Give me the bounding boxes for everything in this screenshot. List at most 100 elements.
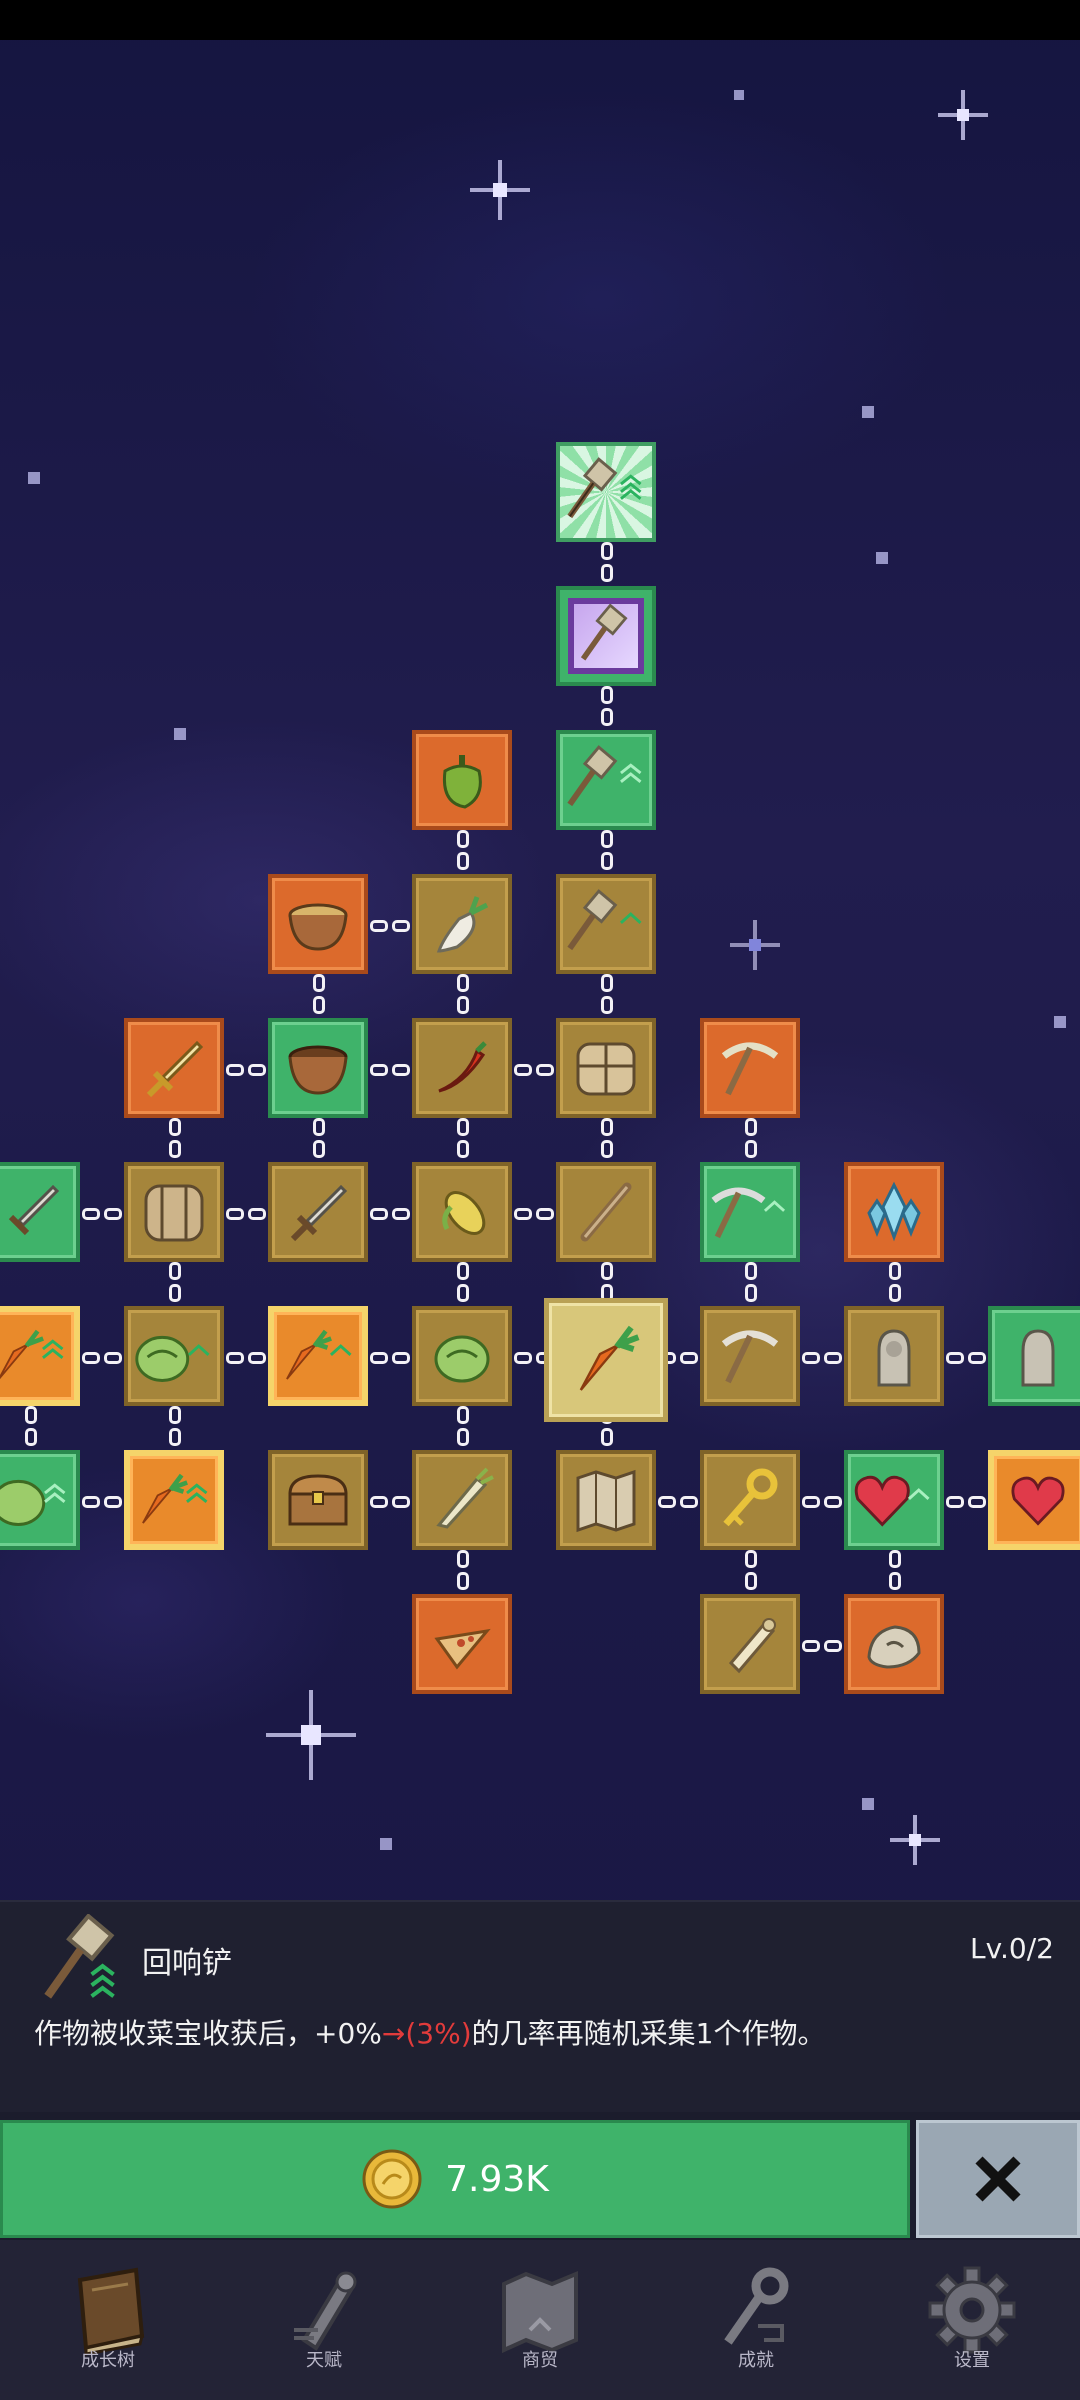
tree-node-backpack[interactable] [556,1018,656,1118]
close-button[interactable] [916,2120,1080,2238]
tree-node-leek[interactable] [412,1450,512,1550]
book-icon [77,2267,145,2356]
tree-node-sword-silver[interactable] [268,1162,368,1262]
statue-icon [1021,1329,1055,1387]
tree-node-purple-shovel[interactable] [556,586,656,686]
connector [368,1489,412,1515]
bowl-icon [288,903,348,951]
connector [80,1489,124,1515]
tree-node-golden-key[interactable] [700,1450,800,1550]
tree-node-soup-bowl[interactable] [268,874,368,974]
connector [882,1548,908,1592]
tree-node-barrel-bag[interactable] [124,1162,224,1262]
desc-suffix: 的几率再随机采集1个作物。 [471,2017,826,2050]
nav-label: 天赋 [306,2350,342,2371]
tree-node-map[interactable] [556,1450,656,1550]
tree-node-rock[interactable] [844,1594,944,1694]
skill-description: 作物被收菜宝收获后，+0%→(3%)的几率再随机采集1个作物。 [34,2012,825,2052]
upgrade-chevron-icon [619,763,641,783]
nav-label: 成长树 [81,2350,135,2371]
tree-node-cabbage-2[interactable] [124,1306,224,1406]
upgrade-chevron-icon [329,1344,352,1356]
tree-node-shovel-green[interactable] [556,730,656,830]
upgrade-chevron-icon [185,1483,207,1503]
tree-node-heart-edge[interactable] [988,1450,1080,1550]
tree-node-carrot-edge[interactable] [0,1306,80,1406]
gold-coin-icon [362,2149,422,2209]
connector [18,1404,44,1448]
corn-icon [442,1191,486,1235]
tree-node-pickaxe-gold[interactable] [700,1018,800,1118]
upgrade-chevron-icon [43,1483,65,1503]
star-dot [1054,1016,1066,1028]
bell-pepper-icon [442,755,482,809]
pickaxe-icon [721,1042,779,1096]
connector [224,1345,268,1371]
upgrade-chevron-icon [763,1200,786,1212]
tree-node-scroll[interactable] [700,1594,800,1694]
shovel-icon [580,604,628,661]
tree-node-pickaxe[interactable] [700,1306,800,1406]
tree-node-statue[interactable] [844,1306,944,1406]
connector [594,684,620,728]
nav-item-talent[interactable]: 天赋 [216,2240,432,2400]
nav-item-growth-tree[interactable]: 成长树 [0,2240,216,2400]
pizza-icon [434,1628,491,1670]
connector [944,1345,988,1371]
tree-node-chili[interactable] [412,1018,512,1118]
tree-node-cabbage[interactable] [412,1306,512,1406]
sword-icon [146,1040,204,1098]
tree-node-carrot-selected[interactable] [544,1298,668,1422]
nav-item-settings[interactable]: 设置 [864,2240,1080,2400]
nav-item-trade[interactable]: 商贸 [432,2240,648,2400]
sword-icon [290,1184,348,1242]
leek-icon [436,1467,494,1529]
upgrade-chevron-icon [187,1344,210,1356]
crystal-icon [867,1181,921,1242]
tree-node-echo-shovel-max[interactable] [556,442,656,542]
connector [594,972,620,1016]
upgrade-chevron-icon [41,1339,63,1359]
connector [368,1345,412,1371]
tree-node-wood-stick[interactable] [556,1162,656,1262]
carrot-icon [579,1325,640,1391]
tree-node-crystal[interactable] [844,1162,944,1262]
tree-node-radish[interactable] [412,874,512,974]
tree-node-shovel[interactable] [556,874,656,974]
connector [450,1260,476,1304]
statue-icon [877,1329,911,1387]
connector [738,1260,764,1304]
star-dot [380,1838,392,1850]
connector [368,1201,412,1227]
chili-icon [438,1041,487,1093]
star-dot [876,552,888,564]
upgrade-price: 7.93K [445,2158,549,2200]
tree-node-statue-edge[interactable] [988,1306,1080,1406]
tree-node-golden-sword[interactable] [124,1018,224,1118]
skill-level: Lv.0/2 [970,1932,1054,1965]
connector [80,1201,124,1227]
tree-node-pizza[interactable] [412,1594,512,1694]
tree-node-pickaxe-green[interactable] [700,1162,800,1262]
tree-node-heart[interactable] [844,1450,944,1550]
connector [738,1548,764,1592]
tree-node-cabbage-edge[interactable] [0,1450,80,1550]
backpack-icon [144,1184,204,1242]
star-icon [266,1690,356,1780]
tree-node-sword-edge[interactable] [0,1162,80,1262]
tree-node-carrot-gold[interactable] [268,1306,368,1406]
upgrade-buy-button[interactable]: 7.93K [0,2120,910,2238]
connector [450,1116,476,1160]
nav-item-achievement[interactable]: 成就 [648,2240,864,2400]
tree-node-corn[interactable] [412,1162,512,1262]
tree-node-empty-bowl[interactable] [268,1018,368,1118]
connector [944,1489,988,1515]
tree-node-green-pepper[interactable] [412,730,512,830]
connector [594,540,620,584]
connector [800,1489,844,1515]
star-icon [890,1815,940,1865]
key-icon [724,2267,789,2345]
tree-node-carrot-gold-2[interactable] [124,1450,224,1550]
status-bar [0,0,1080,40]
tree-node-treasure-chest[interactable] [268,1450,368,1550]
